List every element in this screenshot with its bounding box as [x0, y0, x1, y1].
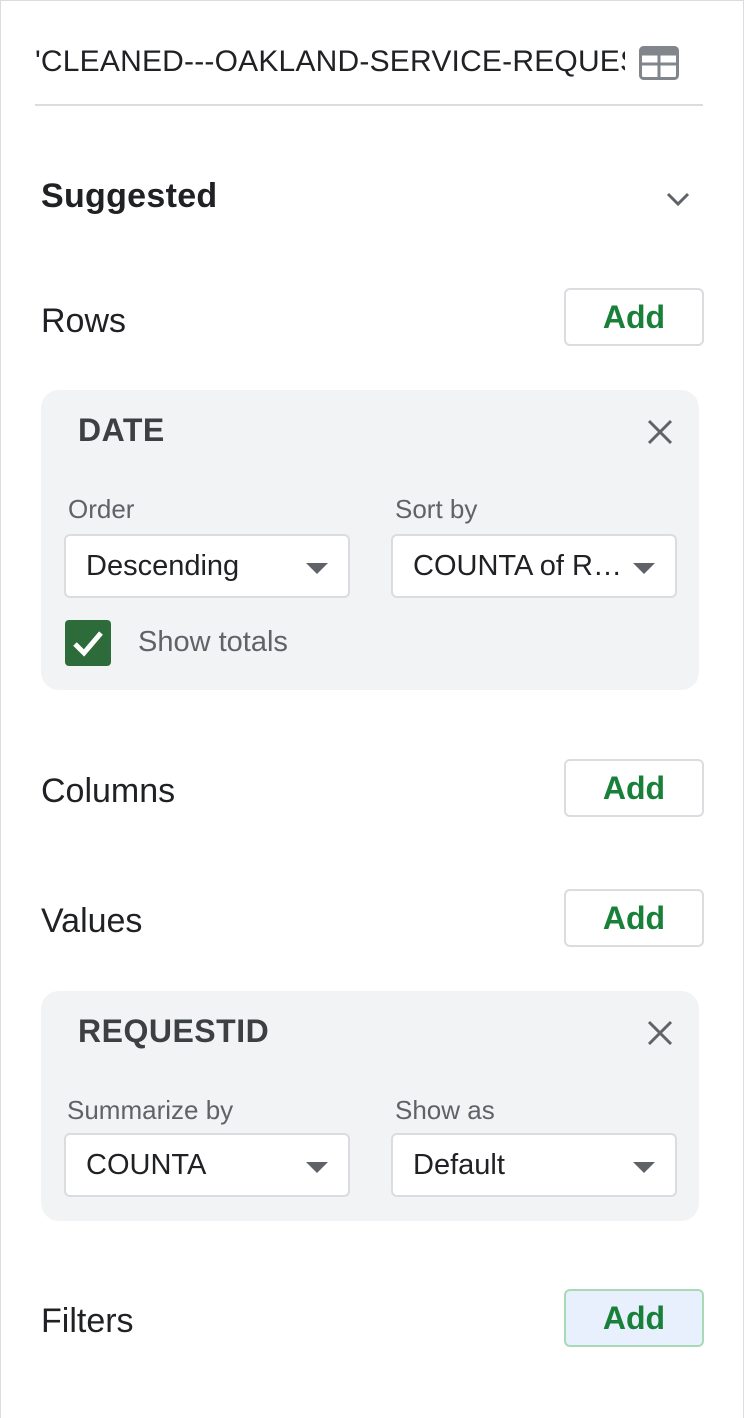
- filters-add-button[interactable]: Add: [564, 1289, 704, 1347]
- caret-down-icon: [306, 1162, 328, 1173]
- show-totals-label: Show totals: [138, 626, 288, 658]
- grid-icon[interactable]: [639, 46, 679, 80]
- rows-field-name: DATE: [78, 412, 165, 448]
- order-label: Order: [68, 494, 135, 524]
- close-icon[interactable]: [644, 416, 676, 448]
- show-as-label: Show as: [395, 1095, 495, 1125]
- order-value: Descending: [86, 550, 240, 582]
- order-select[interactable]: Descending: [64, 534, 350, 598]
- values-add-button[interactable]: Add: [564, 889, 704, 947]
- caret-down-icon: [633, 1162, 655, 1173]
- values-field-name: REQUESTID: [78, 1013, 270, 1049]
- pivot-table-editor-panel: 'CLEANED---OAKLAND-SERVICE-REQUES Sugges…: [0, 0, 744, 1418]
- show-as-select[interactable]: Default: [391, 1133, 677, 1197]
- caret-down-icon: [306, 563, 328, 574]
- suggested-heading[interactable]: Suggested: [41, 177, 218, 216]
- filters-heading: Filters: [41, 1302, 134, 1340]
- columns-heading: Columns: [41, 772, 176, 810]
- show-as-value: Default: [413, 1149, 505, 1181]
- rows-heading: Rows: [41, 302, 127, 340]
- sort-by-label: Sort by: [395, 494, 478, 524]
- rows-field-card: DATE Order Descending Sort by COUNTA of …: [41, 390, 699, 690]
- chevron-down-icon[interactable]: [663, 184, 693, 214]
- show-totals-checkbox[interactable]: [65, 620, 111, 666]
- values-heading: Values: [41, 902, 143, 940]
- summarize-by-label: Summarize by: [67, 1095, 234, 1125]
- caret-down-icon: [633, 563, 655, 574]
- close-icon[interactable]: [644, 1017, 676, 1049]
- data-range-row[interactable]: 'CLEANED---OAKLAND-SERVICE-REQUES: [35, 39, 703, 106]
- rows-add-button[interactable]: Add: [564, 288, 704, 346]
- summarize-by-value: COUNTA: [86, 1149, 207, 1181]
- data-range-text[interactable]: 'CLEANED---OAKLAND-SERVICE-REQUES: [35, 45, 625, 79]
- sort-by-value: COUNTA of RE…: [413, 550, 628, 582]
- columns-add-button[interactable]: Add: [564, 759, 704, 817]
- sort-by-select[interactable]: COUNTA of RE…: [391, 534, 677, 598]
- check-icon: [73, 631, 103, 657]
- summarize-by-select[interactable]: COUNTA: [64, 1133, 350, 1197]
- values-field-card: REQUESTID Summarize by COUNTA Show as De…: [41, 991, 699, 1221]
